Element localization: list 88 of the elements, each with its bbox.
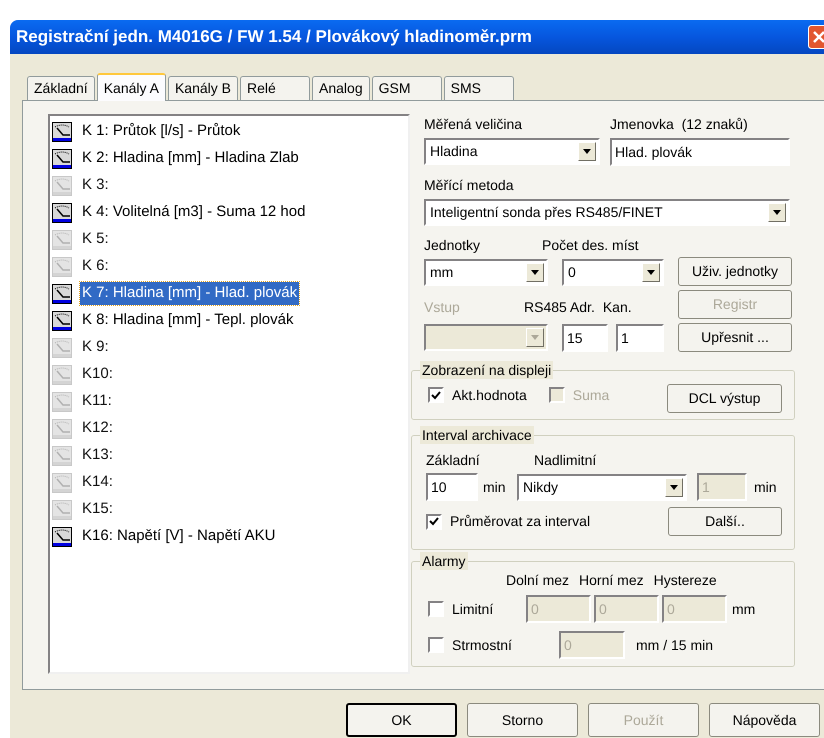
gauge-icon (52, 176, 72, 196)
checkmark-icon (431, 390, 441, 400)
name-tag-field[interactable]: Hlad. plovák (610, 138, 790, 166)
field-label: Jmenovka (12 znaků) (610, 115, 749, 134)
dialog-button[interactable]: OK (346, 703, 457, 737)
window-title: Registrační jedn. M4016G / FW 1.54 / Plovákový hladinoměr.prm (16, 26, 533, 48)
gauge-icon (52, 526, 72, 546)
gauge-icon (52, 500, 72, 520)
channel-item[interactable]: K15: (80, 498, 115, 521)
gauge-icon (52, 310, 72, 330)
field-label: Horní mez (579, 571, 644, 590)
address-field[interactable]: 15 (562, 324, 608, 352)
checkbox[interactable]: Akt.hodnota (428, 384, 527, 406)
field-label: min (754, 478, 777, 496)
field-label: Měřená veličina (424, 115, 524, 134)
dialog-button[interactable]: Nápověda (709, 703, 820, 737)
gauge-icon (52, 338, 72, 358)
channel-item[interactable]: K12: (80, 417, 115, 440)
more-button[interactable]: Další.. (668, 507, 782, 536)
channel-item[interactable]: K 9: (80, 336, 111, 359)
channel-item[interactable]: K 7: Hladina [mm] - Hlad. plovák (80, 282, 300, 305)
gauge-icon (52, 148, 72, 168)
caret-icon (531, 335, 539, 340)
field-label: mm / 15 min (636, 636, 714, 654)
gauge-icon (52, 202, 72, 222)
gauge-icon (52, 122, 72, 142)
tab[interactable]: Kanály A (96, 73, 166, 101)
user-units-button[interactable]: Uživ. jednotky (678, 257, 792, 286)
channel-item[interactable]: K 8: Hladina [mm] - Tepl. plovák (80, 309, 296, 332)
method-dropdown[interactable]: Inteligentní sonda přes RS485/FINET (424, 199, 790, 226)
checkbox[interactable]: Limitní (428, 598, 526, 620)
gauge-icon (52, 446, 72, 466)
channel-field[interactable]: 1 (616, 324, 664, 352)
field-label: Kan. (602, 298, 632, 317)
gauge-icon (52, 392, 72, 412)
channel-item[interactable]: K 4: Volitelná [m3] - Suma 12 hod (80, 201, 308, 224)
caret-icon (773, 210, 781, 215)
field-label: RS485 Adr. (524, 298, 595, 317)
field-label: Základní (426, 451, 481, 470)
caret-icon (670, 484, 678, 490)
gauge-icon (52, 364, 72, 384)
gauge-icon (52, 230, 72, 250)
caret-icon (647, 270, 655, 275)
tab[interactable]: Relé (240, 76, 310, 100)
basic-interval-field[interactable]: 10 (426, 473, 478, 501)
gauge-icon (52, 284, 72, 304)
caret-icon (531, 270, 539, 275)
over-limit-dropdown[interactable]: Nikdy (517, 474, 687, 500)
tab[interactable]: GSM (372, 76, 442, 100)
refine-button[interactable]: Upřesnit ... (678, 323, 792, 352)
field-label: min (483, 478, 507, 496)
checkmark-icon (429, 517, 439, 526)
group-title: Interval archivace (420, 426, 534, 444)
decimals-dropdown[interactable]: 0 (562, 259, 664, 286)
checkbox[interactable]: Průměrovat za interval (426, 511, 590, 532)
dialog-button[interactable]: Storno (467, 703, 578, 737)
channel-item[interactable]: K 3: (80, 174, 111, 197)
gauge-icon (52, 472, 72, 492)
close-icon[interactable] (808, 25, 824, 49)
channel-item[interactable]: K 2: Hladina [mm] - Hladina Zlab (80, 147, 301, 170)
field-label: mm (732, 600, 756, 618)
tab[interactable]: Analog (312, 76, 370, 100)
channel-item[interactable]: K16: Napětí [V] - Napětí AKU (80, 525, 278, 548)
channel-item[interactable]: K14: (80, 471, 115, 494)
field-label: Vstup (424, 298, 461, 317)
group-title: Alarmy (420, 552, 468, 570)
field-label: Počet des. míst (542, 236, 640, 255)
field-label: Nadlimitní (534, 451, 596, 470)
field-label: Hystereze (654, 571, 717, 590)
channel-item[interactable]: K 6: (80, 255, 111, 278)
gauge-icon (52, 418, 72, 438)
channel-item[interactable]: K10: (80, 363, 115, 386)
tab[interactable]: Základní (27, 76, 95, 100)
channel-item[interactable]: K13: (80, 444, 115, 467)
tab[interactable]: Kanály B (168, 76, 238, 100)
dcl-output-button[interactable]: DCL výstup (667, 384, 782, 412)
field-label: Dolní mez (506, 571, 570, 590)
channel-item[interactable]: K 5: (80, 228, 111, 251)
group-title: Zobrazení na displeji (420, 361, 554, 379)
units-dropdown[interactable]: mm (424, 259, 548, 286)
quantity-dropdown[interactable]: Hladina (424, 138, 600, 165)
field-label: Měřící metoda (424, 176, 514, 195)
channel-item[interactable]: K 1: Průtok [l/s] - Průtok (80, 120, 242, 143)
tab[interactable]: SMS (444, 76, 514, 100)
caret-icon (583, 149, 591, 154)
gauge-icon (52, 256, 72, 276)
channel-item[interactable]: K11: (80, 390, 114, 413)
checkbox[interactable]: Strmostní (428, 634, 559, 656)
